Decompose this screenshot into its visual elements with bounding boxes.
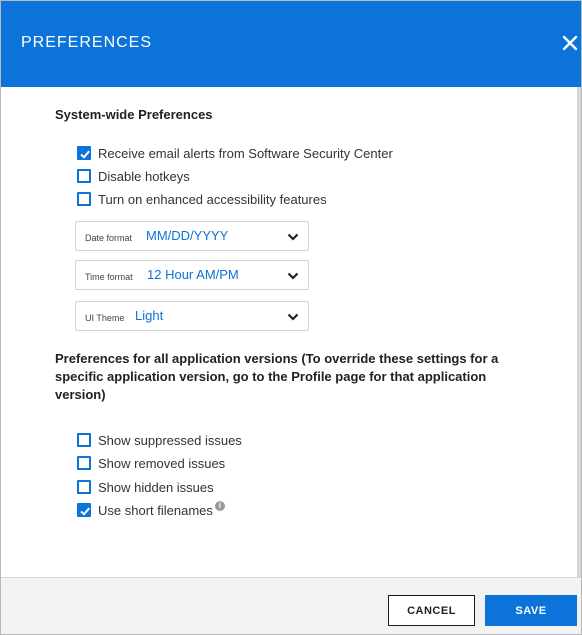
checkbox-unchecked-icon[interactable]	[77, 192, 91, 206]
checkbox-checked-icon[interactable]	[77, 503, 91, 517]
checkbox-label: Turn on enhanced accessibility features	[98, 191, 327, 207]
select-label: UI Theme	[85, 313, 125, 323]
chevron-down-icon	[287, 233, 299, 241]
dialog-body: System-wide Preferences Receive email al…	[1, 87, 581, 577]
checkbox-show-suppressed[interactable]: Show suppressed issues	[77, 431, 242, 449]
checkbox-label: Receive email alerts from Software Secur…	[98, 145, 393, 161]
checkbox-short-filenames[interactable]: Use short filenames i	[77, 501, 225, 519]
preferences-dialog: PREFERENCES System-wide Preferences Rece…	[0, 0, 582, 635]
checkbox-unchecked-icon[interactable]	[77, 433, 91, 447]
dialog-header: PREFERENCES	[1, 1, 581, 87]
date-format-select[interactable]: Date format MM/DD/YYYY	[75, 221, 309, 251]
time-format-select[interactable]: Time format 12 Hour AM/PM	[75, 260, 309, 290]
checkbox-email-alerts[interactable]: Receive email alerts from Software Secur…	[77, 144, 393, 162]
checkbox-disable-hotkeys[interactable]: Disable hotkeys	[77, 167, 190, 185]
system-preferences-heading: System-wide Preferences	[55, 107, 213, 122]
checkbox-label: Show suppressed issues	[98, 432, 242, 448]
select-label: Date format	[85, 233, 133, 243]
close-icon[interactable]	[559, 29, 581, 57]
checkbox-label: Disable hotkeys	[98, 168, 190, 184]
ui-theme-select[interactable]: UI Theme Light	[75, 301, 309, 331]
app-preferences-heading-line2: specific application version, go to the …	[55, 369, 487, 384]
checkbox-label: Use short filenames	[98, 502, 213, 518]
app-preferences-heading-line3: version)	[55, 387, 106, 402]
checkbox-label: Show hidden issues	[98, 479, 214, 495]
select-value: MM/DD/YYYY	[146, 228, 229, 243]
dialog-footer: CANCEL SAVE	[1, 577, 581, 634]
app-preferences-heading-line1: Preferences for all application versions…	[55, 351, 499, 366]
checkbox-checked-icon[interactable]	[77, 146, 91, 160]
chevron-down-icon	[287, 272, 299, 280]
checkbox-show-hidden[interactable]: Show hidden issues	[77, 478, 214, 496]
checkbox-unchecked-icon[interactable]	[77, 480, 91, 494]
select-label: Time format	[85, 272, 133, 282]
save-button[interactable]: SAVE	[485, 595, 577, 626]
checkbox-unchecked-icon[interactable]	[77, 169, 91, 183]
checkbox-accessibility[interactable]: Turn on enhanced accessibility features	[77, 190, 327, 208]
chevron-down-icon	[287, 313, 299, 321]
info-icon[interactable]: i	[214, 501, 225, 511]
select-value: Light	[135, 308, 164, 323]
checkbox-show-removed[interactable]: Show removed issues	[77, 454, 225, 472]
checkbox-unchecked-icon[interactable]	[77, 456, 91, 470]
checkbox-label: Show removed issues	[98, 455, 226, 471]
select-value: 12 Hour AM/PM	[147, 267, 239, 282]
vertical-scrollbar[interactable]	[577, 87, 581, 577]
dialog-title: PREFERENCES	[21, 34, 153, 51]
cancel-button[interactable]: CANCEL	[388, 595, 475, 626]
